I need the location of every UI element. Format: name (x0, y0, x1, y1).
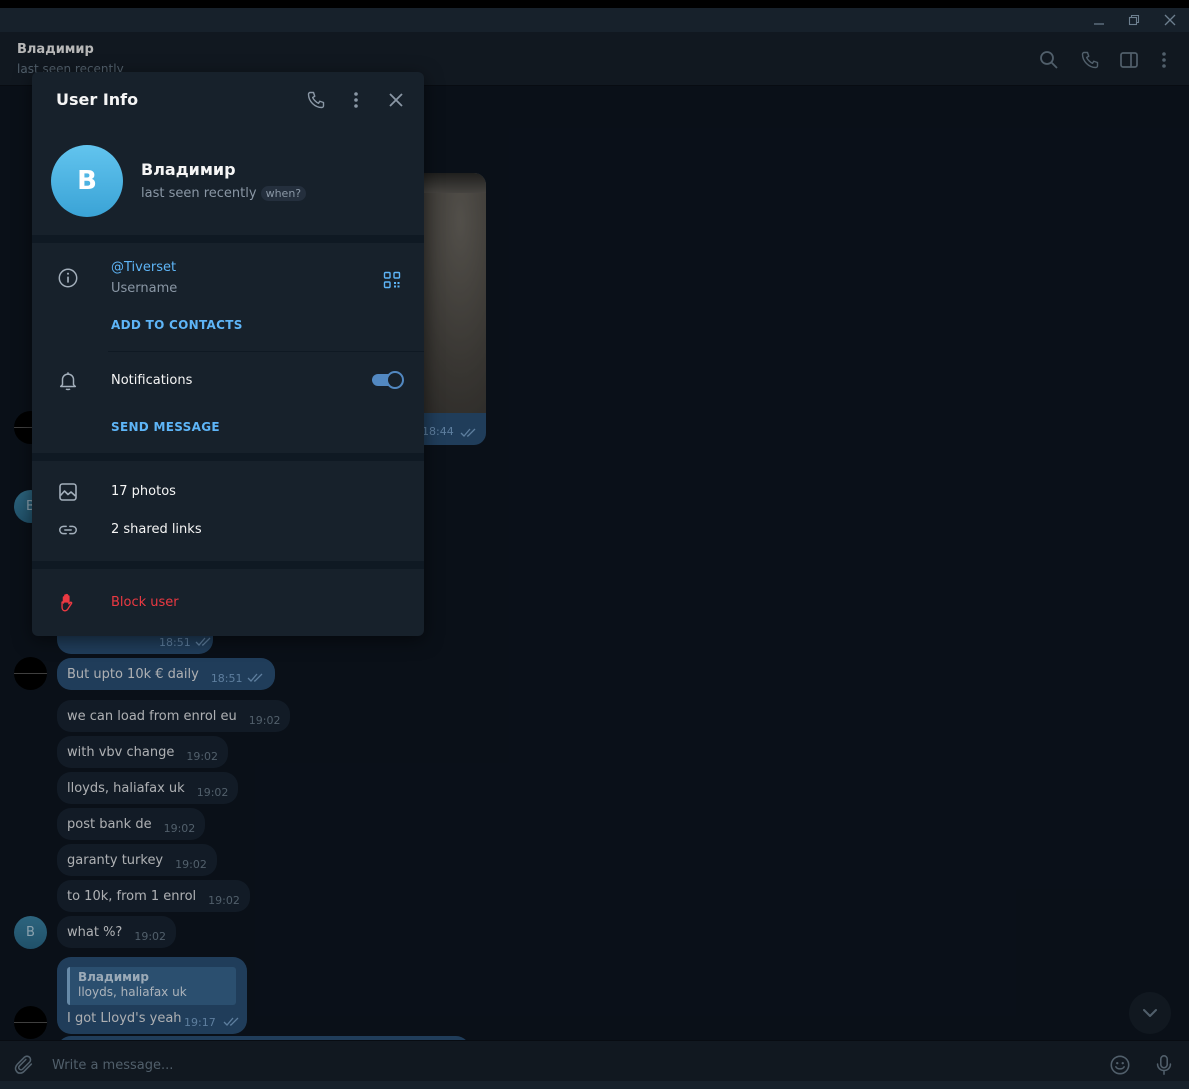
panel-more-button[interactable] (344, 88, 368, 112)
profile-avatar[interactable]: B (51, 145, 123, 217)
title-bar (0, 8, 1189, 32)
link-icon (59, 525, 77, 535)
status-text: last seen recently (141, 186, 257, 201)
shared-links-item[interactable]: 2 shared links (111, 522, 202, 537)
qr-code-icon (383, 271, 401, 289)
row-divider (108, 351, 424, 352)
panel-title: User Info (56, 90, 139, 109)
links-icon-wrap (56, 518, 80, 542)
restore-button[interactable] (1116, 8, 1152, 32)
hand-stop-icon (61, 593, 73, 612)
when-button[interactable]: when? (260, 186, 307, 201)
panel-call-button[interactable] (304, 88, 328, 112)
panel-close-button[interactable] (384, 88, 408, 112)
profile-name: Владимир (141, 160, 236, 179)
close-icon (1164, 14, 1176, 26)
notifications-label: Notifications (111, 373, 193, 388)
notifications-toggle[interactable] (372, 371, 404, 389)
close-icon (389, 93, 403, 107)
photo-icon (59, 483, 77, 501)
phone-icon (307, 91, 325, 109)
profile-status: last seen recently when? (141, 186, 307, 201)
username-label: Username (111, 281, 178, 296)
bell-icon-wrap (56, 369, 80, 393)
qr-code-button[interactable] (380, 268, 404, 292)
section-separator (32, 235, 424, 243)
toggle-knob (386, 371, 404, 389)
user-info-panel: User Info B Владимир last seen recently … (32, 72, 424, 636)
section-separator (32, 561, 424, 569)
add-to-contacts-button[interactable]: ADD TO CONTACTS (111, 318, 243, 332)
info-icon (58, 268, 78, 288)
bell-icon (59, 372, 77, 391)
minimize-icon (1094, 23, 1104, 25)
send-message-button[interactable]: SEND MESSAGE (111, 420, 220, 434)
block-user-button[interactable]: Block user (111, 595, 179, 610)
username-value[interactable]: @Tiverset (111, 260, 176, 275)
close-window-button[interactable] (1152, 8, 1188, 32)
photos-icon-wrap (56, 480, 80, 504)
photos-item[interactable]: 17 photos (111, 484, 176, 499)
section-separator (32, 453, 424, 461)
more-vertical-icon (354, 92, 358, 108)
block-icon-wrap (56, 591, 80, 615)
restore-icon (1128, 14, 1140, 26)
minimize-button[interactable] (1081, 8, 1117, 32)
info-icon-wrap (56, 266, 80, 290)
